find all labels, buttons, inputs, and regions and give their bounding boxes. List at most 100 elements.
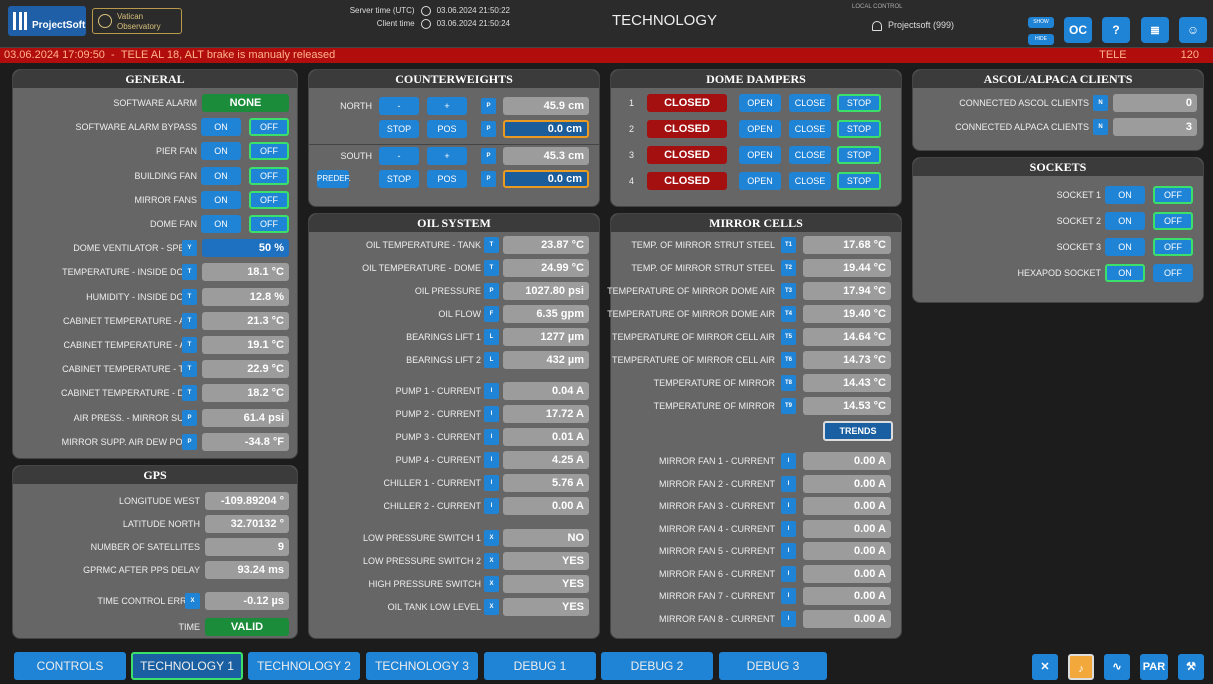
tag-icon[interactable]: X — [484, 530, 499, 546]
tag-icon[interactable]: I — [484, 406, 499, 422]
damper-open-button[interactable]: OPEN — [739, 120, 781, 138]
off-button[interactable]: OFF — [249, 215, 289, 233]
damper-open-button[interactable]: OPEN — [739, 172, 781, 190]
damper-stop-button[interactable]: STOP — [837, 146, 881, 164]
off-button[interactable]: OFF — [249, 118, 289, 137]
south-target-input[interactable]: 0.0 cm — [503, 170, 589, 188]
tag-icon[interactable]: L — [484, 352, 499, 368]
socket-off-button[interactable]: OFF — [1153, 212, 1193, 230]
tab-debug-3[interactable]: DEBUG 3 — [719, 652, 827, 680]
tab-debug-2[interactable]: DEBUG 2 — [601, 652, 713, 680]
north-stop-button[interactable]: STOP — [379, 120, 419, 138]
tag-icon[interactable]: I — [781, 565, 796, 582]
north-pos-button[interactable]: POS — [427, 120, 467, 138]
damper-close-button[interactable]: CLOSE — [789, 94, 831, 112]
south-pos-button[interactable]: POS — [427, 170, 467, 188]
north-target-input[interactable]: 0.0 cm — [503, 120, 589, 138]
south-stop-button[interactable]: STOP — [379, 170, 419, 188]
tag-icon[interactable]: T5 — [781, 329, 796, 345]
tab-controls[interactable]: CONTROLS — [14, 652, 126, 680]
south-minus-button[interactable]: - — [379, 147, 419, 165]
bell-icon[interactable]: ♪ — [1068, 654, 1094, 680]
socket-off-button[interactable]: OFF — [1153, 264, 1193, 282]
par-button[interactable]: PAR — [1140, 654, 1168, 680]
off-button[interactable]: OFF — [249, 166, 289, 185]
tag-icon[interactable]: T8 — [781, 375, 796, 391]
damper-close-button[interactable]: CLOSE — [789, 146, 831, 164]
tab-technology-1[interactable]: TECHNOLOGY 1 — [131, 652, 243, 680]
damper-close-button[interactable]: CLOSE — [789, 120, 831, 138]
off-button[interactable]: OFF — [249, 142, 289, 161]
show-button[interactable]: SHOW — [1028, 17, 1054, 28]
tag-icon[interactable]: T — [182, 337, 197, 353]
damper-stop-button[interactable]: STOP — [837, 120, 881, 138]
south-p-tag[interactable]: P — [481, 148, 496, 164]
north-plus-button[interactable]: + — [427, 97, 467, 115]
damper-stop-button[interactable]: STOP — [837, 94, 881, 112]
tag-icon[interactable]: T4 — [781, 306, 796, 322]
tag-icon[interactable]: N — [1093, 119, 1108, 135]
on-button[interactable]: ON — [201, 190, 241, 209]
tag-icon[interactable]: F — [484, 306, 499, 322]
socket-off-button[interactable]: OFF — [1153, 186, 1193, 204]
tag-icon[interactable]: T — [182, 385, 197, 402]
tag-icon[interactable]: I — [484, 383, 499, 399]
tag-icon[interactable]: X — [484, 576, 499, 592]
tag-icon[interactable]: T — [484, 260, 499, 276]
satellite-icon[interactable]: ✕ — [1032, 654, 1058, 680]
socket-on-button[interactable]: ON — [1105, 238, 1145, 256]
tag-icon[interactable]: T — [182, 264, 197, 281]
tag-icon[interactable]: I — [781, 610, 796, 627]
tag-icon[interactable]: I — [781, 475, 796, 492]
tag-icon[interactable]: X — [484, 553, 499, 569]
tag-icon[interactable]: T2 — [781, 260, 796, 276]
chart-icon[interactable]: ∿ — [1104, 654, 1130, 680]
damper-stop-button[interactable]: STOP — [837, 172, 881, 190]
tag-icon[interactable]: T — [182, 361, 197, 378]
damper-open-button[interactable]: OPEN — [739, 146, 781, 164]
tab-technology-2[interactable]: TECHNOLOGY 2 — [248, 652, 360, 680]
trends-button[interactable]: TRENDS — [823, 421, 893, 441]
socket-off-button[interactable]: OFF — [1153, 238, 1193, 256]
tab-debug-1[interactable]: DEBUG 1 — [484, 652, 596, 680]
tag-icon[interactable]: X — [484, 599, 499, 615]
document-icon[interactable]: ≣ — [1141, 17, 1169, 43]
north-minus-button[interactable]: - — [379, 97, 419, 115]
tag-icon[interactable]: I — [781, 498, 796, 514]
tag-icon[interactable]: T1 — [781, 237, 796, 253]
south-target-p-tag[interactable]: P — [481, 171, 496, 187]
south-plus-button[interactable]: + — [427, 147, 467, 165]
tag-icon[interactable]: P — [182, 409, 197, 426]
tag-icon[interactable]: Y — [182, 240, 197, 257]
alarm-bar[interactable]: 03.06.2024 17:09:50 - TELE AL 18, ALT br… — [0, 48, 1213, 63]
tag-icon[interactable]: L — [484, 329, 499, 345]
tag-icon[interactable]: T — [484, 237, 499, 253]
tag-icon[interactable]: T3 — [781, 283, 796, 299]
tag-icon[interactable]: I — [484, 498, 499, 514]
tag-icon[interactable]: I — [781, 543, 796, 559]
tag-icon[interactable]: T9 — [781, 398, 796, 414]
tag-icon[interactable]: I — [781, 453, 796, 469]
tag-icon[interactable]: I — [781, 588, 796, 604]
tag-icon[interactable]: T — [182, 288, 197, 305]
tag-icon[interactable]: N — [1093, 95, 1108, 111]
tag-icon[interactable]: T — [182, 312, 197, 329]
socket-on-button[interactable]: ON — [1105, 212, 1145, 230]
hide-button[interactable]: HIDE — [1028, 34, 1054, 45]
tag-icon[interactable]: X — [185, 593, 200, 609]
socket-on-button[interactable]: ON — [1105, 186, 1145, 204]
north-target-p-tag[interactable]: P — [481, 121, 496, 137]
north-p-tag[interactable]: P — [481, 98, 496, 114]
off-button[interactable]: OFF — [249, 190, 289, 209]
tab-technology-3[interactable]: TECHNOLOGY 3 — [366, 652, 478, 680]
predef-button[interactable]: PREDEF. — [317, 170, 351, 188]
users-icon[interactable]: ☺ — [1179, 17, 1207, 43]
help-button[interactable]: ? — [1102, 17, 1130, 43]
tag-icon[interactable]: P — [182, 433, 197, 450]
damper-close-button[interactable]: CLOSE — [789, 172, 831, 190]
on-button[interactable]: ON — [201, 215, 241, 233]
socket-on-button[interactable]: ON — [1105, 264, 1145, 282]
oc-icon[interactable]: OC — [1064, 17, 1092, 43]
tag-icon[interactable]: I — [781, 520, 796, 537]
on-button[interactable]: ON — [201, 166, 241, 185]
